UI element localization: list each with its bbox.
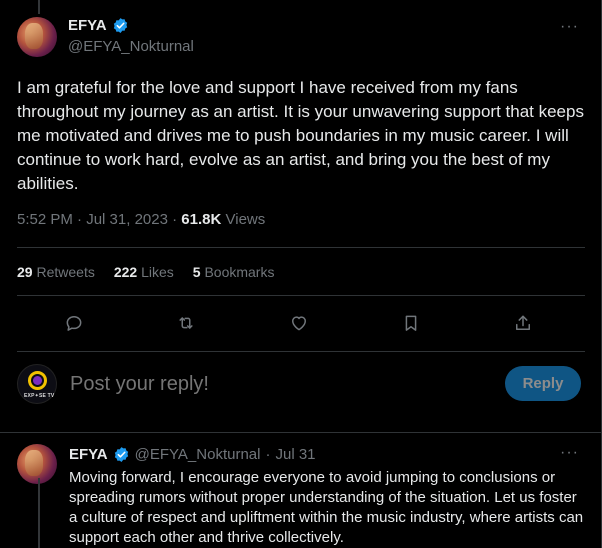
likes-count: 222 [113,264,138,280]
thread-connector-line [38,478,40,548]
retweets-count: 29 [17,264,33,280]
thread-connector-line [38,0,40,14]
author-name-row: EFYA [68,17,129,34]
divider [17,247,585,248]
tweet-date[interactable]: Jul 31, 2023 [86,211,168,228]
reply-author-avatar[interactable] [17,444,57,484]
reply-button[interactable]: Reply [505,366,581,401]
bookmarks-count: 5 [192,264,201,280]
reply-tweet-text: Moving forward, I encourage everyone to … [69,469,584,546]
meta-separator: · [265,446,271,463]
divider [0,432,602,433]
meta-separator: · [172,211,178,228]
avatar-logo-text: EXP✦SE TV [24,393,55,399]
avatar-logo-icon [28,371,47,390]
bookmark-icon[interactable] [396,308,426,338]
author-display-name[interactable]: EFYA [68,17,107,34]
divider [17,295,585,296]
verified-badge-icon [114,447,128,462]
tweet-meta: 5:52 PM · Jul 31, 2023 · 61.8K Views [17,211,265,228]
tweet-time[interactable]: 5:52 PM [17,211,73,228]
tweet-text: I am grateful for the love and support I… [17,78,584,193]
bookmarks-stat[interactable]: 5 Bookmarks [193,264,275,280]
verified-badge-icon [113,18,127,33]
likes-label: Likes [141,264,174,280]
divider [17,351,585,352]
reply-author-handle[interactable]: @EFYA_Nokturnal [135,446,261,463]
views-count: 61.8K [181,211,222,228]
engagement-stats: 29 Retweets 222 Likes 5 Bookmarks [17,264,274,280]
reply-icon[interactable] [59,308,89,338]
share-icon[interactable] [508,308,538,338]
views-label: Views [225,211,266,228]
like-icon[interactable] [284,308,314,338]
reply-input[interactable] [70,370,470,398]
retweet-icon[interactable] [171,308,201,338]
current-user-avatar[interactable]: EXP✦SE TV [17,364,57,404]
more-options-icon[interactable]: ··· [560,444,579,462]
retweets-label: Retweets [36,264,95,280]
meta-separator: · [77,211,83,228]
reply-author-display-name[interactable]: EFYA [69,446,108,463]
reply-author-row: EFYA @EFYA_Nokturnal · Jul 31 [69,446,316,463]
author-avatar[interactable] [17,17,57,57]
tweet-detail-view: EFYA @EFYA_Nokturnal ··· I am grateful f… [0,0,602,548]
more-options-icon[interactable]: ··· [560,18,579,36]
author-handle[interactable]: @EFYA_Nokturnal [68,38,194,55]
tweet-action-bar [17,308,585,340]
likes-stat[interactable]: 222 Likes [114,264,174,280]
retweets-stat[interactable]: 29 Retweets [17,264,95,280]
bookmarks-label: Bookmarks [204,264,275,280]
reply-date[interactable]: Jul 31 [275,446,315,463]
